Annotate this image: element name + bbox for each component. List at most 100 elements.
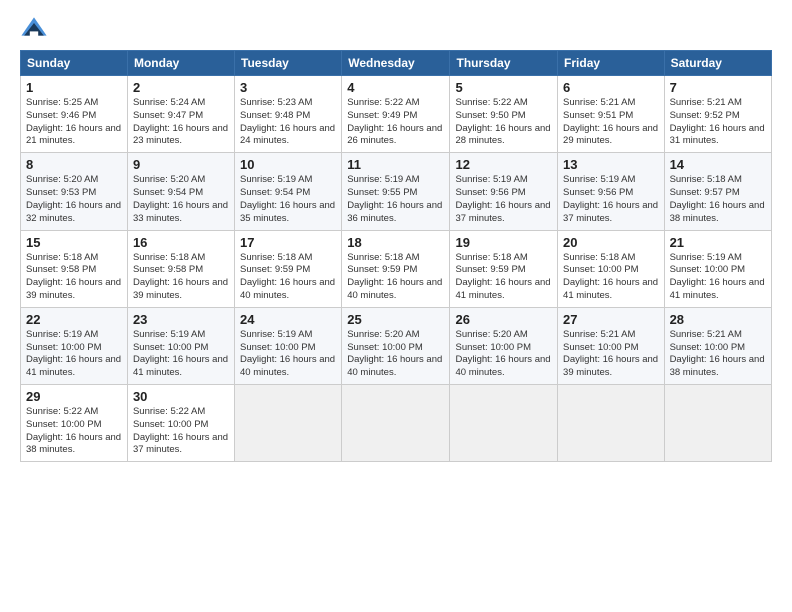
calendar-cell: 9 Sunrise: 5:20 AM Sunset: 9:54 PM Daylig… xyxy=(127,153,234,230)
day-info: Sunrise: 5:21 AM Sunset: 10:00 PM Daylig… xyxy=(563,329,659,380)
day-number: 5 xyxy=(455,80,552,95)
calendar-cell: 28Sunrise: 5:21 AM Sunset: 10:00 PM Dayl… xyxy=(664,307,771,384)
day-info: Sunrise: 5:18 AM Sunset: 10:00 PM Daylig… xyxy=(563,252,659,303)
day-number: 7 xyxy=(670,80,766,95)
day-number: 11 xyxy=(347,157,444,172)
calendar-cell xyxy=(235,385,342,462)
calendar-cell: 4Sunrise: 5:22 AM Sunset: 9:49 PM Daylig… xyxy=(342,76,450,153)
calendar-cell: 15 Sunrise: 5:18 AM Sunset: 9:58 PM Dayli… xyxy=(21,230,128,307)
calendar-cell: 30 Sunrise: 5:22 AM Sunset: 10:00 PM Dayl… xyxy=(127,385,234,462)
calendar-cell: 26Sunrise: 5:20 AM Sunset: 10:00 PM Dayl… xyxy=(450,307,558,384)
weekday-header-row: SundayMondayTuesdayWednesdayThursdayFrid… xyxy=(21,51,772,76)
calendar-cell: 23 Sunrise: 5:19 AM Sunset: 10:00 PM Dayl… xyxy=(127,307,234,384)
day-number: 8 xyxy=(26,157,122,172)
day-info: Sunrise: 5:19 AM Sunset: 9:55 PM Dayligh… xyxy=(347,174,444,225)
calendar-cell: 29Sunrise: 5:22 AM Sunset: 10:00 PM Dayl… xyxy=(21,385,128,462)
calendar-cell: 21 Sunrise: 5:19 AM Sunset: 10:00 PM Dayl… xyxy=(664,230,771,307)
day-number: 2 xyxy=(133,80,229,95)
day-number: 18 xyxy=(347,235,444,250)
day-info: Sunrise: 5:19 AM Sunset: 10:00 PM Daylig… xyxy=(133,329,229,380)
calendar-cell: 5 Sunrise: 5:22 AM Sunset: 9:50 PM Daylig… xyxy=(450,76,558,153)
calendar-cell: 16 Sunrise: 5:18 AM Sunset: 9:58 PM Dayli… xyxy=(127,230,234,307)
day-info: Sunrise: 5:20 AM Sunset: 10:00 PM Daylig… xyxy=(347,329,444,380)
day-number: 12 xyxy=(455,157,552,172)
calendar-table: SundayMondayTuesdayWednesdayThursdayFrid… xyxy=(20,50,772,462)
day-info: Sunrise: 5:19 AM Sunset: 10:00 PM Daylig… xyxy=(670,252,766,303)
calendar-cell: 20 Sunrise: 5:18 AM Sunset: 10:00 PM Dayl… xyxy=(558,230,665,307)
calendar-week-4: 22 Sunrise: 5:19 AM Sunset: 10:00 PM Dayl… xyxy=(21,307,772,384)
calendar-cell: 1 Sunrise: 5:25 AM Sunset: 9:46 PM Daylig… xyxy=(21,76,128,153)
logo xyxy=(20,16,52,44)
day-number: 15 xyxy=(26,235,122,250)
day-info: Sunrise: 5:18 AM Sunset: 9:59 PM Dayligh… xyxy=(240,252,336,303)
day-number: 16 xyxy=(133,235,229,250)
day-number: 27 xyxy=(563,312,659,327)
day-number: 28 xyxy=(670,312,766,327)
calendar-cell: 13Sunrise: 5:19 AM Sunset: 9:56 PM Dayli… xyxy=(558,153,665,230)
day-number: 10 xyxy=(240,157,336,172)
header xyxy=(20,16,772,44)
day-info: Sunrise: 5:24 AM Sunset: 9:47 PM Dayligh… xyxy=(133,97,229,148)
day-info: Sunrise: 5:20 AM Sunset: 9:54 PM Dayligh… xyxy=(133,174,229,225)
day-info: Sunrise: 5:18 AM Sunset: 9:59 PM Dayligh… xyxy=(455,252,552,303)
day-number: 22 xyxy=(26,312,122,327)
day-info: Sunrise: 5:19 AM Sunset: 9:56 PM Dayligh… xyxy=(563,174,659,225)
day-number: 30 xyxy=(133,389,229,404)
calendar-week-3: 15 Sunrise: 5:18 AM Sunset: 9:58 PM Dayli… xyxy=(21,230,772,307)
day-number: 25 xyxy=(347,312,444,327)
calendar-cell: 17 Sunrise: 5:18 AM Sunset: 9:59 PM Dayli… xyxy=(235,230,342,307)
page: SundayMondayTuesdayWednesdayThursdayFrid… xyxy=(0,0,792,472)
weekday-header-thursday: Thursday xyxy=(450,51,558,76)
day-info: Sunrise: 5:18 AM Sunset: 9:58 PM Dayligh… xyxy=(133,252,229,303)
day-number: 20 xyxy=(563,235,659,250)
day-info: Sunrise: 5:20 AM Sunset: 9:53 PM Dayligh… xyxy=(26,174,122,225)
day-number: 3 xyxy=(240,80,336,95)
calendar-cell: 3 Sunrise: 5:23 AM Sunset: 9:48 PM Daylig… xyxy=(235,76,342,153)
calendar-cell: 22 Sunrise: 5:19 AM Sunset: 10:00 PM Dayl… xyxy=(21,307,128,384)
calendar-week-5: 29 Sunrise: 5:22 AM Sunset: 10:00 PM Dayl… xyxy=(21,385,772,462)
day-info: Sunrise: 5:18 AM Sunset: 9:57 PM Dayligh… xyxy=(670,174,766,225)
day-number: 4 xyxy=(347,80,444,95)
calendar-cell xyxy=(664,385,771,462)
calendar-cell: 18 Sunrise: 5:18 AM Sunset: 9:59 PM Dayli… xyxy=(342,230,450,307)
day-info: Sunrise: 5:18 AM Sunset: 9:59 PM Dayligh… xyxy=(347,252,444,303)
day-info: Sunrise: 5:25 AM Sunset: 9:46 PM Dayligh… xyxy=(26,97,122,148)
day-info: Sunrise: 5:19 AM Sunset: 9:56 PM Dayligh… xyxy=(455,174,552,225)
weekday-header-tuesday: Tuesday xyxy=(235,51,342,76)
calendar-cell: 7 Sunrise: 5:21 AM Sunset: 9:52 PM Daylig… xyxy=(664,76,771,153)
calendar-cell: 6Sunrise: 5:21 AM Sunset: 9:51 PM Daylig… xyxy=(558,76,665,153)
calendar-cell: 25 Sunrise: 5:20 AM Sunset: 10:00 PM Dayl… xyxy=(342,307,450,384)
calendar-cell: 27 Sunrise: 5:21 AM Sunset: 10:00 PM Dayl… xyxy=(558,307,665,384)
day-number: 9 xyxy=(133,157,229,172)
day-number: 14 xyxy=(670,157,766,172)
calendar-cell xyxy=(558,385,665,462)
calendar-cell: 8 Sunrise: 5:20 AM Sunset: 9:53 PM Daylig… xyxy=(21,153,128,230)
day-number: 24 xyxy=(240,312,336,327)
calendar-cell xyxy=(342,385,450,462)
day-info: Sunrise: 5:19 AM Sunset: 9:54 PM Dayligh… xyxy=(240,174,336,225)
logo-icon xyxy=(20,16,48,44)
day-number: 21 xyxy=(670,235,766,250)
day-info: Sunrise: 5:22 AM Sunset: 9:50 PM Dayligh… xyxy=(455,97,552,148)
calendar-cell: 14 Sunrise: 5:18 AM Sunset: 9:57 PM Dayli… xyxy=(664,153,771,230)
weekday-header-friday: Friday xyxy=(558,51,665,76)
calendar-week-2: 8 Sunrise: 5:20 AM Sunset: 9:53 PM Daylig… xyxy=(21,153,772,230)
day-info: Sunrise: 5:21 AM Sunset: 9:51 PM Dayligh… xyxy=(563,97,659,148)
day-info: Sunrise: 5:18 AM Sunset: 9:58 PM Dayligh… xyxy=(26,252,122,303)
weekday-header-sunday: Sunday xyxy=(21,51,128,76)
day-number: 23 xyxy=(133,312,229,327)
day-number: 29 xyxy=(26,389,122,404)
calendar-cell: 19 Sunrise: 5:18 AM Sunset: 9:59 PM Dayli… xyxy=(450,230,558,307)
day-number: 1 xyxy=(26,80,122,95)
calendar-cell: 24Sunrise: 5:19 AM Sunset: 10:00 PM Dayl… xyxy=(235,307,342,384)
day-info: Sunrise: 5:23 AM Sunset: 9:48 PM Dayligh… xyxy=(240,97,336,148)
calendar-cell: 12 Sunrise: 5:19 AM Sunset: 9:56 PM Dayli… xyxy=(450,153,558,230)
day-number: 17 xyxy=(240,235,336,250)
day-info: Sunrise: 5:22 AM Sunset: 10:00 PM Daylig… xyxy=(133,406,229,457)
calendar-week-1: 1 Sunrise: 5:25 AM Sunset: 9:46 PM Daylig… xyxy=(21,76,772,153)
calendar-cell: 10 Sunrise: 5:19 AM Sunset: 9:54 PM Dayli… xyxy=(235,153,342,230)
day-number: 19 xyxy=(455,235,552,250)
day-info: Sunrise: 5:19 AM Sunset: 10:00 PM Daylig… xyxy=(26,329,122,380)
weekday-header-wednesday: Wednesday xyxy=(342,51,450,76)
day-info: Sunrise: 5:21 AM Sunset: 9:52 PM Dayligh… xyxy=(670,97,766,148)
